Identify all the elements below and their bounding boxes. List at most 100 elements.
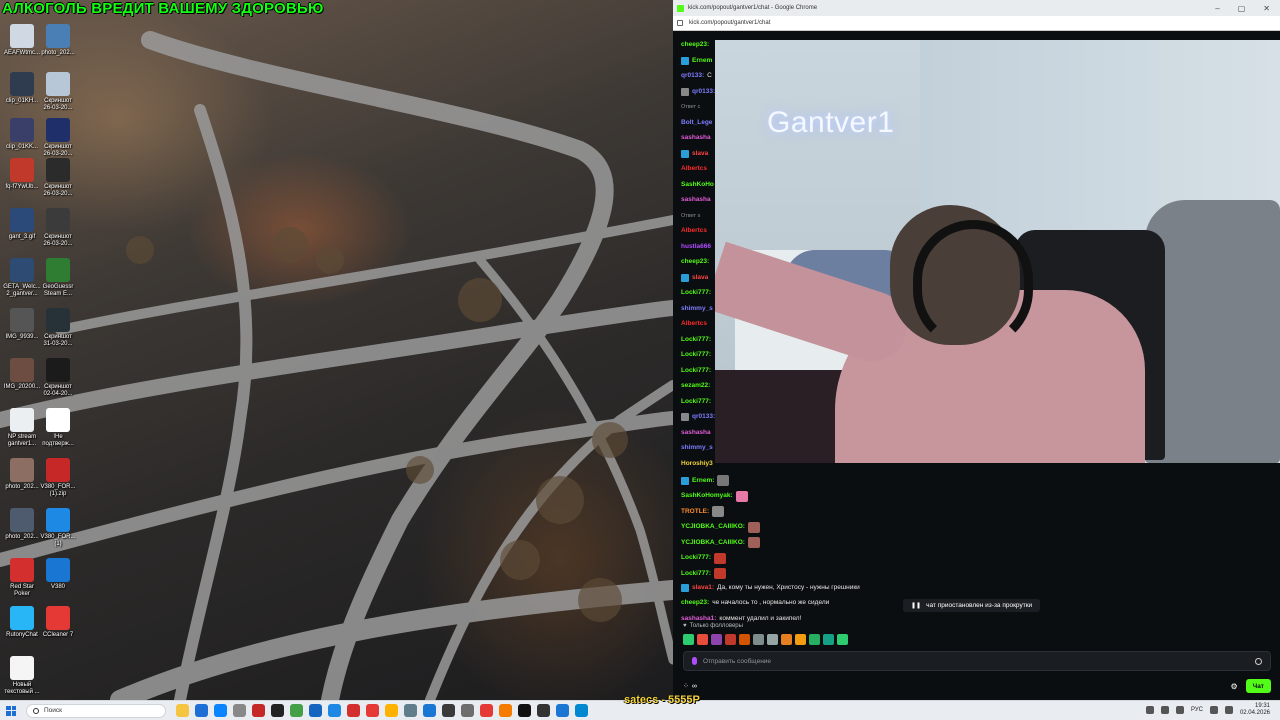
taskbar-app-icon[interactable] [385, 704, 398, 717]
taskbar-app-icon[interactable] [423, 704, 436, 717]
chat-message[interactable]: Locki777: [681, 398, 711, 406]
chat-message[interactable]: Ответ с [681, 103, 700, 111]
taskbar-app-icon[interactable] [271, 704, 284, 717]
chat-username[interactable]: YCJIOBKA_CAIIIKO: [681, 539, 745, 547]
tray-icon[interactable] [1175, 706, 1184, 714]
chat-username[interactable]: Albertcs [681, 320, 707, 328]
chat-message[interactable]: qr0133: С [681, 72, 712, 80]
chat-message[interactable]: Albertcs [681, 320, 707, 328]
emote-icon[interactable] [809, 634, 820, 645]
emote-icon[interactable] [767, 634, 778, 645]
chat-message[interactable]: cheep23: [681, 41, 709, 49]
desktop-icon[interactable]: GETA_Welc... 2_gantver... [2, 258, 42, 298]
desktop-icon[interactable]: IMG_9939... [2, 308, 42, 341]
chat-username[interactable]: YCJIOBKA_CAIIIKO: [681, 523, 745, 531]
taskbar-app-icon[interactable] [537, 704, 550, 717]
taskbar-app-icon[interactable] [480, 704, 493, 717]
chat-username[interactable]: Locki777: [681, 570, 711, 578]
chat-message[interactable]: shimmy_s [681, 305, 713, 313]
desktop-icon[interactable]: V380_FOR... (1).zip [38, 458, 78, 498]
taskbar-search[interactable]: Поиск [26, 703, 166, 718]
desktop-icon[interactable]: fq-f7YwUb... [2, 158, 42, 191]
emote-icon[interactable] [753, 634, 764, 645]
chat-message[interactable]: qr0133: [681, 87, 715, 96]
chat-username[interactable]: SashKoHomyak: [681, 492, 733, 500]
desktop-icon[interactable]: Скриншот 31-03-20... [38, 308, 78, 348]
taskbar-app-icon[interactable] [309, 704, 322, 717]
maximize-icon[interactable]: ▢ [1238, 4, 1246, 13]
channel-points[interactable]: ⁘ ∞ [683, 682, 697, 691]
chat-message[interactable]: cheep23: [681, 258, 709, 266]
chat-message[interactable]: Albertcs [681, 227, 707, 235]
desktop-icon[interactable]: gant_3.gif [2, 208, 42, 241]
chat-message[interactable]: Bolt_Lege [681, 119, 712, 127]
chat-message[interactable]: hustla666 [681, 243, 711, 251]
chat-username[interactable]: TROTLE: [681, 508, 709, 516]
desktop-icon[interactable]: CCleaner 7 [38, 606, 78, 639]
emote-icon[interactable] [697, 634, 708, 645]
desktop-icon[interactable]: clip_01KH... [2, 72, 42, 105]
chat-message[interactable]: sashasha1: коммент удалил и закипел! [681, 615, 801, 623]
tray-icon[interactable] [1160, 706, 1169, 714]
clock[interactable]: 19:31 02.04.2026 [1240, 703, 1270, 717]
chat-username[interactable]: shimmy_s [681, 444, 713, 452]
chat-message[interactable]: slava [681, 273, 708, 282]
desktop-icon[interactable]: photo_202... [38, 24, 78, 57]
emoji-picker-icon[interactable] [1255, 657, 1262, 665]
language-indicator[interactable]: РУС [1191, 707, 1203, 713]
taskbar-app-icon[interactable] [176, 704, 189, 717]
chat-message[interactable]: Locki777: [681, 289, 711, 297]
chat-username[interactable]: Ernem [692, 57, 712, 65]
chat-username[interactable]: sashasha [681, 429, 711, 437]
desktop-icon[interactable]: Red Star Poker [2, 558, 42, 598]
volume-icon[interactable] [1224, 706, 1233, 714]
chat-message[interactable]: sashasha [681, 429, 711, 437]
taskbar-app-icon[interactable] [328, 704, 341, 717]
emote-icon[interactable] [725, 634, 736, 645]
chat-username[interactable]: qr0133: [681, 72, 704, 80]
desktop-icon[interactable]: Скриншот 02-04-20... [38, 358, 78, 398]
chat-username[interactable]: Locki777: [681, 554, 711, 562]
chat-username[interactable]: Horoshiy3 [681, 460, 713, 468]
chat-username[interactable]: Ernem: [692, 477, 714, 485]
emote-icon[interactable] [795, 634, 806, 645]
chat-message[interactable]: qr0133: [681, 413, 715, 421]
chat-message[interactable]: Locki777: [681, 552, 726, 564]
taskbar-app-icon[interactable] [556, 704, 569, 717]
send-chat-button[interactable]: Чат [1245, 679, 1271, 693]
chat-message[interactable]: slava [681, 149, 708, 158]
chat-username[interactable]: sezam22: [681, 382, 710, 390]
microphone-icon[interactable] [692, 657, 697, 665]
chat-username[interactable]: shimmy_s [681, 305, 713, 313]
chat-username[interactable]: Albertcs [681, 227, 707, 235]
emote-icon[interactable] [739, 634, 750, 645]
url-text[interactable]: kick.com/popout/gantver1/chat [689, 20, 770, 26]
chat-input[interactable] [703, 657, 1249, 665]
chat-message[interactable]: sashasha [681, 134, 711, 142]
taskbar-app-icon[interactable] [404, 704, 417, 717]
chat-username[interactable]: cheep23: [681, 41, 709, 49]
minimize-icon[interactable]: – [1215, 4, 1219, 13]
chat-username[interactable]: slava [692, 274, 708, 282]
chat-username[interactable]: hustla666 [681, 243, 711, 251]
chat-username[interactable]: Locki777: [681, 367, 711, 375]
emote-icon[interactable] [781, 634, 792, 645]
chat-username[interactable]: Locki777: [681, 398, 711, 406]
desktop-icon[interactable]: clip_01KK... [2, 118, 42, 151]
chat-username[interactable]: slava1: [692, 584, 714, 592]
desktop-icon[interactable]: V380_FOR... (1) [38, 508, 78, 548]
desktop-icon[interactable]: Скриншот 26-03-20... [38, 208, 78, 248]
chat-username[interactable]: qr0133: [692, 413, 715, 421]
chat-username[interactable]: slava [692, 150, 708, 158]
chat-message[interactable]: sezam22: [681, 382, 710, 390]
chat-message[interactable]: YCJIOBKA_CAIIIKO: [681, 521, 760, 533]
chat-username[interactable]: cheep23: [681, 258, 709, 266]
chat-input-box[interactable] [683, 651, 1271, 671]
taskbar-app-icon[interactable] [499, 704, 512, 717]
desktop-icon[interactable]: Скриншот 26-03-20... [38, 72, 78, 112]
emote-bar[interactable] [683, 634, 848, 645]
chat-message[interactable]: Horoshiy3 [681, 460, 713, 468]
chat-message[interactable]: TROTLE: [681, 506, 725, 517]
taskbar-app-icon[interactable] [461, 704, 474, 717]
chat-paused-notice[interactable]: ❚❚ чат приостановлен из-за прокрутки [903, 599, 1041, 612]
